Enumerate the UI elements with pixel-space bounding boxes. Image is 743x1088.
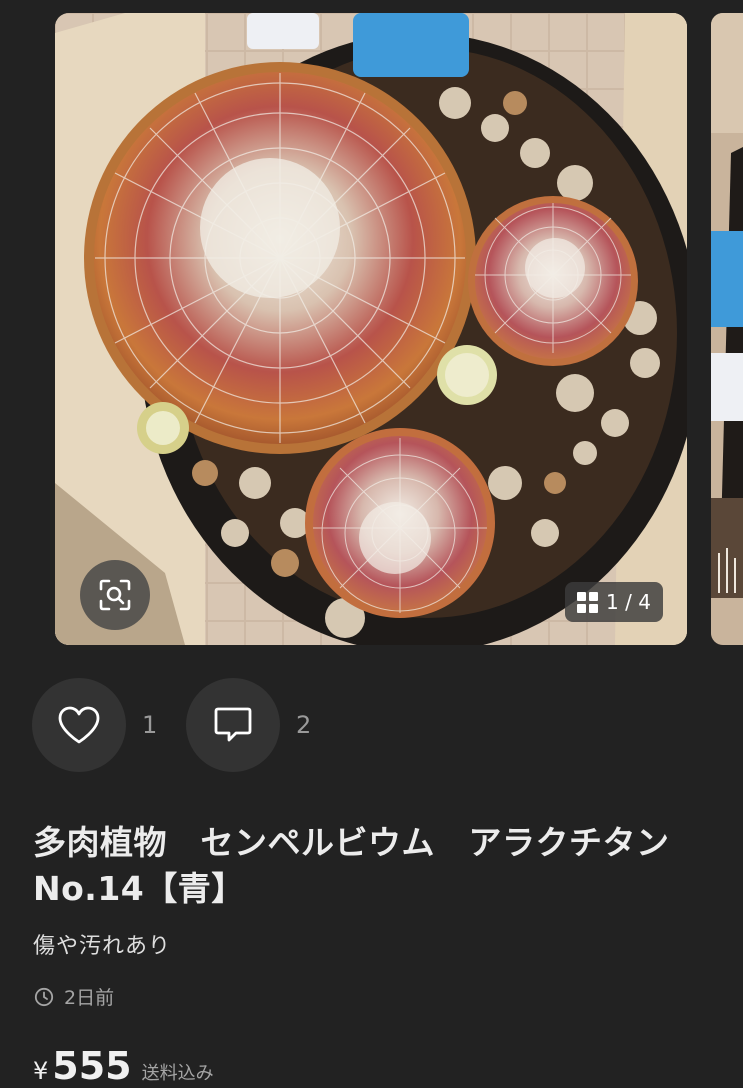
item-title: 多肉植物 センペルビウム アラクチタン No.14【青】 bbox=[33, 823, 703, 908]
comment-count: 2 bbox=[296, 711, 312, 739]
like-button[interactable] bbox=[32, 678, 126, 772]
shipping-note: 送料込み bbox=[141, 1063, 214, 1084]
product-photo[interactable] bbox=[55, 13, 687, 645]
action-row: 1 2 bbox=[32, 678, 318, 772]
grid-icon bbox=[577, 591, 599, 613]
price: ¥ 555 送料込み bbox=[33, 1044, 214, 1088]
heart-icon bbox=[58, 706, 100, 744]
price-currency: ¥ bbox=[33, 1057, 49, 1085]
next-photo-preview[interactable] bbox=[711, 13, 743, 645]
zoom-button[interactable] bbox=[80, 560, 150, 630]
comment-button[interactable] bbox=[186, 678, 280, 772]
image-counter-badge: 1 / 4 bbox=[565, 582, 663, 622]
zoom-scan-icon bbox=[99, 579, 131, 611]
like-count: 1 bbox=[142, 711, 158, 739]
image-counter-text: 1 / 4 bbox=[606, 590, 651, 614]
image-carousel[interactable]: 1 / 4 bbox=[0, 0, 743, 660]
posted-time: 2日前 bbox=[34, 983, 114, 1010]
succulent-photo-illustration bbox=[55, 13, 687, 645]
price-value: 555 bbox=[52, 1044, 132, 1088]
comment-bubble-icon bbox=[214, 707, 252, 742]
posted-time-text: 2日前 bbox=[64, 987, 115, 1009]
item-condition: 傷や汚れあり bbox=[33, 934, 172, 959]
clock-icon bbox=[34, 987, 54, 1006]
